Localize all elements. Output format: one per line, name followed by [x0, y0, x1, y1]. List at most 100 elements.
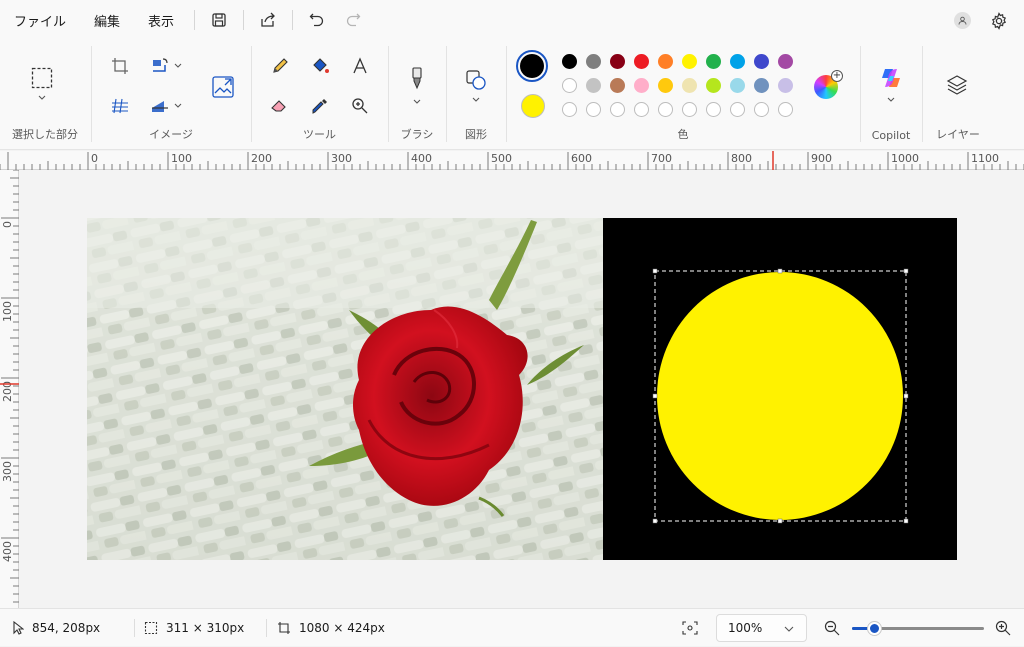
custom-color-slot[interactable] [658, 102, 673, 117]
color-picker-icon[interactable] [306, 92, 334, 120]
chevron-down-icon[interactable] [28, 90, 56, 106]
color-swatch[interactable] [634, 54, 649, 69]
ruler-label: 1100 [971, 152, 999, 165]
drawing-canvas[interactable] [19, 170, 1024, 608]
chevron-down-icon[interactable] [877, 92, 905, 108]
share-icon[interactable] [250, 4, 286, 36]
custom-color-slot[interactable] [706, 102, 721, 117]
ruler-label: 800 [731, 152, 752, 165]
divider [243, 10, 245, 30]
chevron-down-icon[interactable] [462, 92, 490, 108]
color-swatch[interactable] [562, 54, 577, 69]
zoom-slider-thumb[interactable] [868, 622, 882, 635]
color-swatch[interactable] [730, 54, 745, 69]
custom-color-slot[interactable] [778, 102, 793, 117]
ruler-label: 300 [1, 461, 14, 482]
menu-bar: ファイル 編集 表示 [0, 0, 1024, 40]
custom-color-slot[interactable] [730, 102, 745, 117]
layers-group: レイヤー [923, 40, 993, 150]
color-swatch[interactable] [682, 78, 697, 93]
color-swatch[interactable] [778, 54, 793, 69]
color-swatch[interactable] [706, 54, 721, 69]
custom-color-slot[interactable] [634, 102, 649, 117]
zoom-out-icon[interactable] [824, 609, 840, 647]
resize-icon[interactable] [106, 92, 134, 120]
rose-photo [87, 218, 603, 560]
canvas-area[interactable] [19, 170, 1024, 608]
color-swatch[interactable] [586, 54, 601, 69]
zoom-in-icon[interactable] [995, 609, 1011, 647]
menu-edit[interactable]: 編集 [80, 0, 134, 40]
color-swatch[interactable] [586, 78, 601, 93]
color-swatch[interactable] [754, 78, 769, 93]
divider [134, 619, 135, 637]
selection-size-value: 311 × 310px [166, 621, 245, 635]
edit-colors-icon[interactable]: + [814, 70, 843, 99]
save-icon[interactable] [201, 4, 237, 36]
color-swatch[interactable] [562, 78, 577, 93]
color-swatch[interactable] [706, 78, 721, 93]
custom-color-slot[interactable] [610, 102, 625, 117]
custom-color-slot[interactable] [682, 102, 697, 117]
menu-view[interactable]: 表示 [134, 0, 188, 40]
color-swatch[interactable] [634, 78, 649, 93]
color-swatch[interactable] [610, 54, 625, 69]
text-tool-icon[interactable] [346, 52, 374, 80]
resize-handle[interactable] [777, 268, 783, 274]
fill-bucket-icon[interactable] [306, 52, 334, 80]
custom-color-slot[interactable] [754, 102, 769, 117]
chevron-down-icon[interactable] [170, 92, 186, 120]
tools-group: ツール [252, 40, 387, 150]
fit-to-window-icon[interactable] [682, 609, 698, 647]
shapes-icon[interactable] [462, 66, 490, 94]
primary-color-selector[interactable] [516, 50, 548, 82]
color-swatch[interactable] [658, 54, 673, 69]
color-swatch[interactable] [730, 78, 745, 93]
resize-handle[interactable] [652, 393, 658, 399]
custom-color-slot[interactable] [586, 102, 601, 117]
magnifier-icon[interactable] [346, 92, 374, 120]
yellow-circle-shape[interactable] [657, 272, 903, 520]
resize-handle[interactable] [777, 518, 783, 524]
divider [292, 10, 294, 30]
redo-icon[interactable] [335, 4, 371, 36]
tools-group-label: ツール [303, 128, 336, 141]
ruler-label: 200 [251, 152, 272, 165]
color-swatch[interactable] [610, 78, 625, 93]
undo-icon[interactable] [299, 4, 335, 36]
custom-color-slot[interactable] [562, 102, 577, 117]
ribbon: 選択した部分 イメージ ツール ブラシ 図形 + 色 Copilot レイヤー [0, 40, 1024, 150]
ruler-label: 0 [91, 152, 98, 165]
resize-handle[interactable] [652, 268, 658, 274]
ruler-label: 300 [331, 152, 352, 165]
secondary-color-swatch[interactable] [521, 94, 545, 118]
chevron-down-icon[interactable] [170, 52, 186, 80]
layers-icon[interactable] [943, 71, 971, 99]
cursor-position-value: 854, 208px [32, 621, 101, 635]
resize-handle[interactable] [903, 518, 909, 524]
zoom-select[interactable]: 100% [716, 614, 807, 642]
chevron-down-icon[interactable] [403, 94, 431, 110]
settings-gear-icon[interactable] [988, 10, 1010, 32]
color-swatch[interactable] [754, 54, 769, 69]
rectangle-select-icon[interactable] [28, 64, 56, 92]
colors-group: + 色 [507, 40, 859, 150]
color-swatch[interactable] [682, 54, 697, 69]
menu-file[interactable]: ファイル [0, 0, 80, 40]
crop-icon[interactable] [106, 52, 134, 80]
color-swatch[interactable] [778, 78, 793, 93]
resize-handle[interactable] [903, 393, 909, 399]
copilot-icon[interactable] [877, 64, 905, 92]
pencil-icon[interactable] [266, 52, 294, 80]
eraser-icon[interactable] [266, 92, 294, 120]
color-swatch[interactable] [658, 78, 673, 93]
zoom-slider-track[interactable] [852, 622, 984, 635]
chevron-down-icon [784, 626, 794, 632]
selection-group-label: 選択した部分 [12, 128, 78, 141]
image-generator-icon[interactable] [208, 72, 238, 102]
ruler-label: 1000 [891, 152, 919, 165]
account-icon[interactable] [954, 12, 971, 29]
resize-handle[interactable] [652, 518, 658, 524]
resize-handle[interactable] [903, 268, 909, 274]
brush-icon[interactable] [403, 64, 431, 92]
